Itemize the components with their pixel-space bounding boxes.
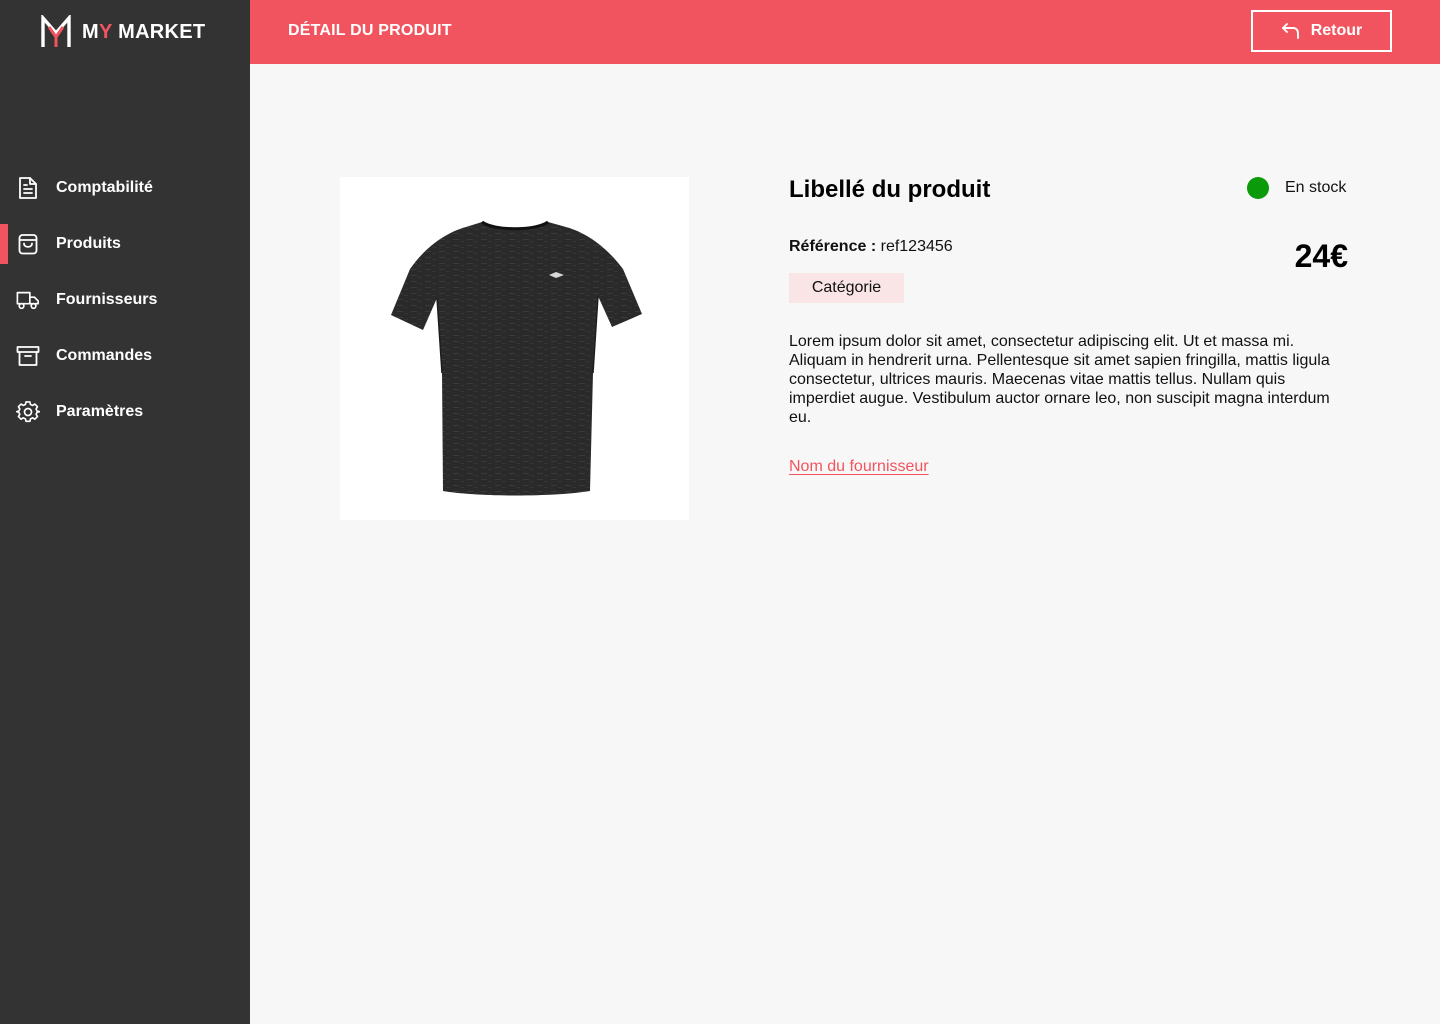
sidebar-item-fournisseurs[interactable]: Fournisseurs [0, 272, 250, 328]
sidebar-item-comptabilite[interactable]: Comptabilité [0, 160, 250, 216]
return-arrow-icon [1281, 22, 1301, 40]
logo-m-icon [41, 15, 71, 47]
sidebar-item-label: Produits [56, 235, 121, 252]
sidebar-item-label: Comptabilité [56, 179, 153, 196]
supplier-link[interactable]: Nom du fournisseur [789, 458, 929, 476]
back-button-label: Retour [1310, 22, 1363, 39]
stock-status-label: En stock [1285, 179, 1347, 196]
tshirt-icon [391, 220, 642, 496]
sidebar: MY MARKET Comptabilité Produits Fourniss… [0, 0, 250, 1024]
product-image [340, 177, 689, 520]
product-price: 24€ [1294, 238, 1348, 274]
shopping-bag-icon [16, 232, 40, 256]
page-title: DÉTAIL DU PRODUIT [288, 22, 452, 39]
top-bar: DÉTAIL DU PRODUIT Retour [250, 0, 1440, 64]
gear-icon [16, 400, 40, 424]
logo[interactable]: MY MARKET [40, 14, 205, 50]
sidebar-item-produits[interactable]: Produits [0, 216, 250, 272]
category-badge: Catégorie [789, 273, 904, 303]
back-button[interactable]: Retour [1251, 10, 1392, 52]
sidebar-nav: Comptabilité Produits Fournisseurs Comma… [0, 160, 250, 440]
product-description: Lorem ipsum dolor sit amet, consectetur … [789, 333, 1330, 426]
sidebar-item-label: Commandes [56, 347, 153, 364]
sidebar-item-commandes[interactable]: Commandes [0, 328, 250, 384]
stock-status-dot [1247, 177, 1269, 199]
product-title: Libellé du produit [789, 176, 991, 203]
sidebar-item-parametres[interactable]: Paramètres [0, 384, 250, 440]
truck-icon [16, 288, 40, 312]
sidebar-item-label: Fournisseurs [56, 291, 158, 308]
sidebar-item-label: Paramètres [56, 403, 144, 420]
product-reference: Référence : ref123456 [789, 238, 953, 256]
logo-text: MY MARKET [82, 20, 206, 43]
archive-box-icon [16, 344, 40, 368]
stock-status: En stock [1247, 177, 1346, 199]
reference-value: ref123456 [880, 238, 953, 255]
document-icon [16, 176, 40, 200]
reference-label: Référence : [789, 238, 877, 255]
